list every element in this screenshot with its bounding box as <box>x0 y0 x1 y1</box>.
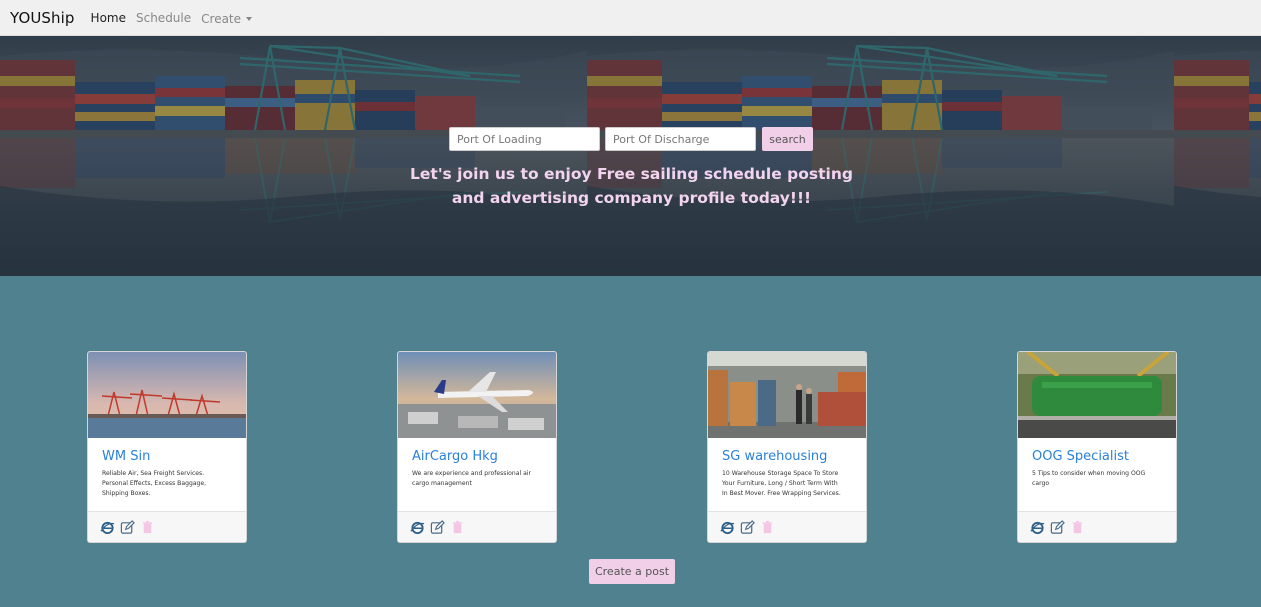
edit-icon[interactable] <box>120 520 135 535</box>
trash-icon[interactable] <box>760 520 775 535</box>
card-title[interactable]: WM Sin <box>102 449 150 464</box>
navbar: YOUShip Home Schedule Create <box>0 0 1261 36</box>
trash-icon[interactable] <box>1070 520 1085 535</box>
brand-logo[interactable]: YOUShip <box>10 9 75 27</box>
nav-link-home[interactable]: Home <box>91 11 126 25</box>
hero-tagline-line1: Let's join us to enjoy Free sailing sche… <box>410 165 853 183</box>
card-footer <box>708 511 866 542</box>
hero-banner: search Let's join us to enjoy Free saili… <box>0 36 1261 276</box>
card-image[interactable] <box>88 352 246 438</box>
card-image[interactable] <box>1018 352 1176 438</box>
caret-down-icon <box>246 16 253 21</box>
internet-explorer-icon[interactable] <box>1030 520 1045 535</box>
trash-icon[interactable] <box>450 520 465 535</box>
card-description: 10 Warehouse Storage Space To Store Your… <box>722 470 841 497</box>
edit-icon[interactable] <box>1050 520 1065 535</box>
hero-tagline: Let's join us to enjoy Free sailing sche… <box>380 162 883 210</box>
port-of-loading-input[interactable] <box>449 127 600 151</box>
card-description: Reliable Air, Sea Freight Services. Pers… <box>102 470 207 497</box>
trash-icon[interactable] <box>140 520 155 535</box>
internet-explorer-icon[interactable] <box>410 520 425 535</box>
card-footer <box>1018 511 1176 542</box>
card-description: 5 Tips to consider when moving OOG cargo <box>1032 470 1146 487</box>
nav-link-create[interactable]: Create <box>201 12 241 26</box>
company-card-oog-specialist: OOG Specialist 5 Tips to consider when m… <box>1017 351 1177 543</box>
card-footer <box>88 511 246 542</box>
search-button[interactable]: search <box>762 127 813 151</box>
company-card-wm-sin: WM Sin Reliable Air, Sea Freight Service… <box>87 351 247 543</box>
edit-icon[interactable] <box>740 520 755 535</box>
create-post-button[interactable]: Create a post <box>589 559 675 584</box>
hero-tagline-line2: and advertising company profile today!!! <box>451 189 812 207</box>
company-card-aircargo-hkg: AirCargo Hkg We are experience and profe… <box>397 351 557 543</box>
port-of-discharge-input[interactable] <box>605 127 756 151</box>
search-bar: search <box>449 127 813 151</box>
card-title[interactable]: SG warehousing <box>722 449 827 464</box>
card-description: We are experience and professional air c… <box>412 470 532 487</box>
hero-port-image <box>0 36 1261 276</box>
card-image[interactable] <box>708 352 866 438</box>
edit-icon[interactable] <box>430 520 445 535</box>
nav-link-schedule[interactable]: Schedule <box>136 11 191 25</box>
card-title[interactable]: OOG Specialist <box>1032 449 1129 464</box>
nav-dropdown-create[interactable]: Create <box>201 8 253 27</box>
internet-explorer-icon[interactable] <box>720 520 735 535</box>
card-footer <box>398 511 556 542</box>
internet-explorer-icon[interactable] <box>100 520 115 535</box>
company-card-sg-warehousing: SG warehousing 10 Warehouse Storage Spac… <box>707 351 867 543</box>
card-title[interactable]: AirCargo Hkg <box>412 449 498 464</box>
card-image[interactable] <box>398 352 556 438</box>
